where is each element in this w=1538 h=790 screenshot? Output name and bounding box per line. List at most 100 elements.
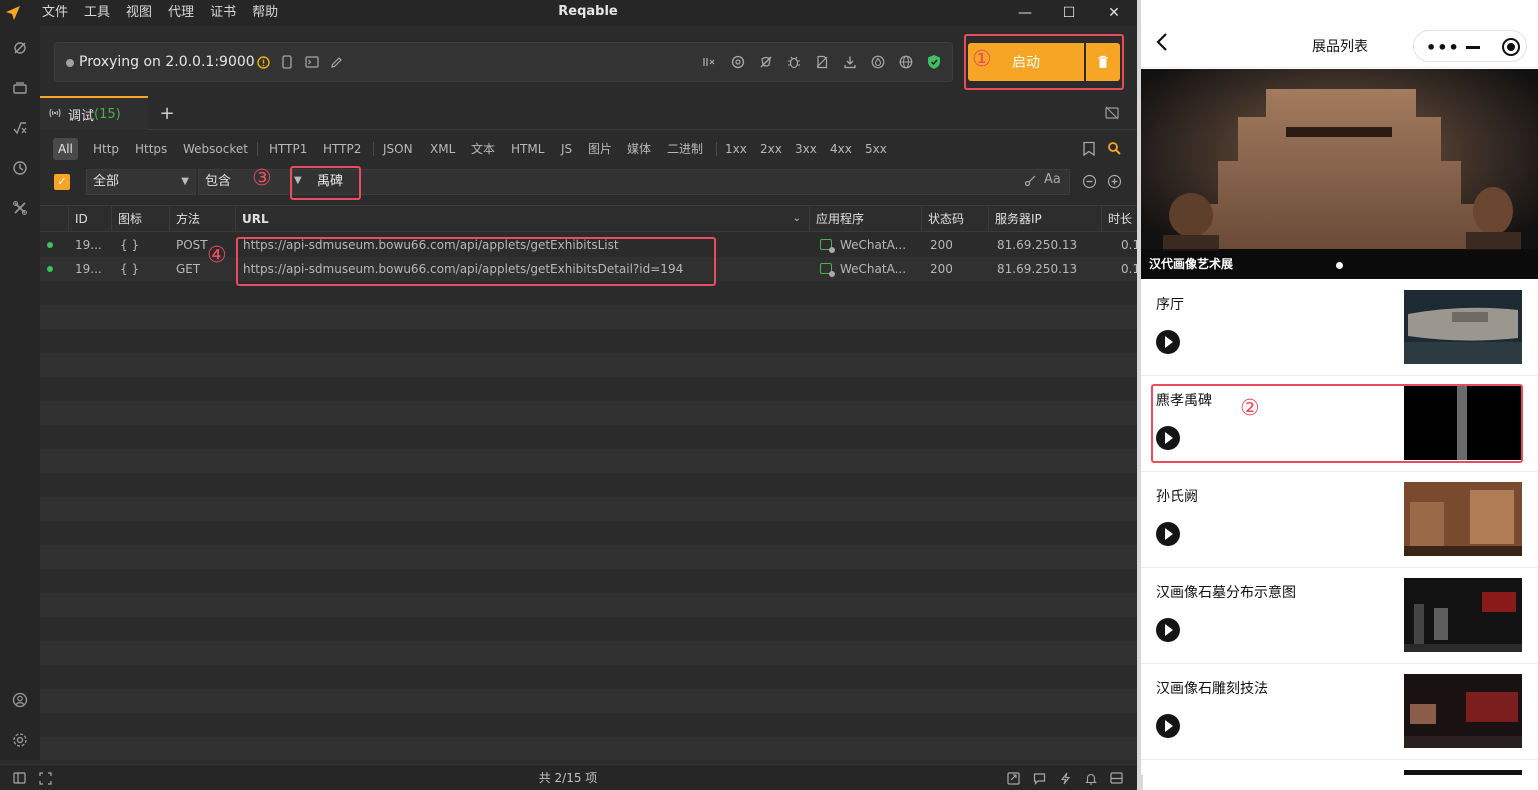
settings-icon[interactable] [0,728,40,752]
filter-2xx[interactable]: 2xx [757,138,785,160]
filter-http2[interactable]: HTTP2 [320,138,364,160]
capture-icon[interactable] [0,36,40,60]
search-mode-select[interactable]: 包含 [198,169,290,195]
minimize-button[interactable]: — [1003,0,1047,26]
terminal-icon[interactable] [302,52,322,72]
search-icon[interactable] [1107,141,1121,159]
match-case-button[interactable]: Aa [1044,172,1061,187]
rewrite-icon[interactable] [728,52,748,72]
col-server-ip[interactable]: 服务器IP [988,206,1101,232]
filter-http[interactable]: Http [90,138,122,160]
table-row[interactable]: 19... { } GET https://api-sdmuseum.bowu6… [40,257,1137,281]
search-scope-select[interactable]: 全部 ▼ [86,169,196,195]
exhibit-item[interactable]: 孙氏阙 [1141,472,1538,568]
filter-4xx[interactable]: 4xx [827,138,855,160]
close-button[interactable]: ✕ [1092,0,1136,26]
filter-json[interactable]: JSON [380,138,416,160]
col-status[interactable]: 状态码 [921,206,988,232]
add-filter-icon[interactable] [1107,174,1122,192]
filter-1xx[interactable]: 1xx [722,138,750,160]
exhibit-item[interactable]: 麃孝禹碑 [1141,376,1538,472]
block-icon[interactable] [756,52,776,72]
breakpoint-icon[interactable] [699,52,719,72]
regex-icon[interactable] [1024,174,1037,190]
exhibition-banner[interactable]: 汉代画像艺术展 [1141,69,1538,279]
exhibit-item[interactable] [1141,760,1538,775]
fullscreen-icon[interactable] [35,769,55,787]
globe-icon[interactable] [896,52,916,72]
layers-icon[interactable] [0,76,40,100]
sidebar-toggle-icon[interactable] [9,769,29,787]
add-tab-icon[interactable]: + [156,102,178,124]
col-app[interactable]: 应用程序 [809,206,921,232]
back-arrow-icon[interactable] [1155,32,1169,58]
more-icon[interactable]: ••• [1426,38,1460,57]
play-icon[interactable] [1156,426,1180,450]
col-url[interactable]: URL ⌄ [235,206,809,232]
edit-icon[interactable] [326,52,346,72]
play-icon[interactable] [1156,714,1180,738]
menu-proxy[interactable]: 代理 [160,0,202,26]
water-drop-icon[interactable] [868,52,888,72]
menu-certificate[interactable]: 证书 [202,0,244,26]
filter-js[interactable]: JS [558,138,575,160]
filter-media[interactable]: 媒体 [624,138,654,160]
function-icon[interactable] [0,116,40,140]
filter-xml[interactable]: XML [427,138,458,160]
layout-icon[interactable] [1106,769,1126,787]
phone-icon[interactable] [277,52,297,72]
menu-view[interactable]: 视图 [118,0,160,26]
warning-icon[interactable] [253,52,273,72]
play-icon[interactable] [1156,522,1180,546]
bell-icon[interactable] [1081,769,1101,787]
search-input[interactable]: 禹碑 [292,169,1070,195]
filter-https[interactable]: Https [132,138,170,160]
filter-3xx[interactable]: 3xx [792,138,820,160]
export-icon[interactable] [1003,769,1023,787]
trash-icon[interactable] [1086,43,1120,81]
col-duration[interactable]: 时长 [1101,206,1137,232]
exhibit-item[interactable]: 序厅 [1141,280,1538,376]
minimize-icon[interactable] [1466,46,1480,49]
close-mini-program-icon[interactable] [1502,38,1520,56]
tools-icon[interactable] [0,196,40,220]
bookmark-icon[interactable] [1082,141,1096,161]
play-icon[interactable] [1156,330,1180,354]
script-icon[interactable] [812,52,832,72]
search-enable-checkbox[interactable]: ✓ [54,174,70,190]
menu-file[interactable]: 文件 [26,0,76,26]
comment-icon[interactable] [1029,769,1049,787]
filter-html[interactable]: HTML [508,138,547,160]
filter-binary[interactable]: 二进制 [664,138,706,160]
filter-websocket[interactable]: Websocket [180,138,251,160]
filter-all[interactable]: All [53,138,78,160]
col-icon[interactable]: 图标 [111,206,169,232]
exhibit-thumbnail [1404,770,1522,775]
play-icon[interactable] [1156,618,1180,642]
col-id[interactable]: ID [68,206,111,232]
col-method[interactable]: 方法 [169,206,235,232]
filter-text[interactable]: 文本 [468,138,498,160]
exhibit-item[interactable]: 汉画像石雕刻技法 [1141,664,1538,760]
filter-image[interactable]: 图片 [585,138,615,160]
bug-icon[interactable] [784,52,804,72]
menu-help[interactable]: 帮助 [244,0,286,26]
exhibit-item[interactable]: 汉画像石墓分布示意图 [1141,568,1538,664]
chevron-down-icon[interactable]: ▼ [294,175,302,186]
shield-icon[interactable] [924,52,944,72]
table-row[interactable]: 19... { } POST https://api-sdmuseum.bowu… [40,233,1137,257]
history-icon[interactable] [0,156,40,180]
carousel-indicator[interactable] [1336,262,1343,269]
row-duration: 0.1 [1121,262,1137,276]
row-server-ip: 81.69.250.13 [997,238,1078,252]
filter-5xx[interactable]: 5xx [862,138,890,160]
download-icon[interactable] [840,52,860,72]
remove-filter-icon[interactable] [1082,174,1097,192]
filter-http1[interactable]: HTTP1 [266,138,310,160]
user-icon[interactable] [0,688,40,712]
hide-panel-icon[interactable] [1104,105,1120,125]
tab-debug[interactable]: 调试 (15) [40,96,148,130]
maximize-button[interactable]: ☐ [1047,0,1091,26]
lightning-icon[interactable] [1055,769,1075,787]
menu-tools[interactable]: 工具 [76,0,118,26]
